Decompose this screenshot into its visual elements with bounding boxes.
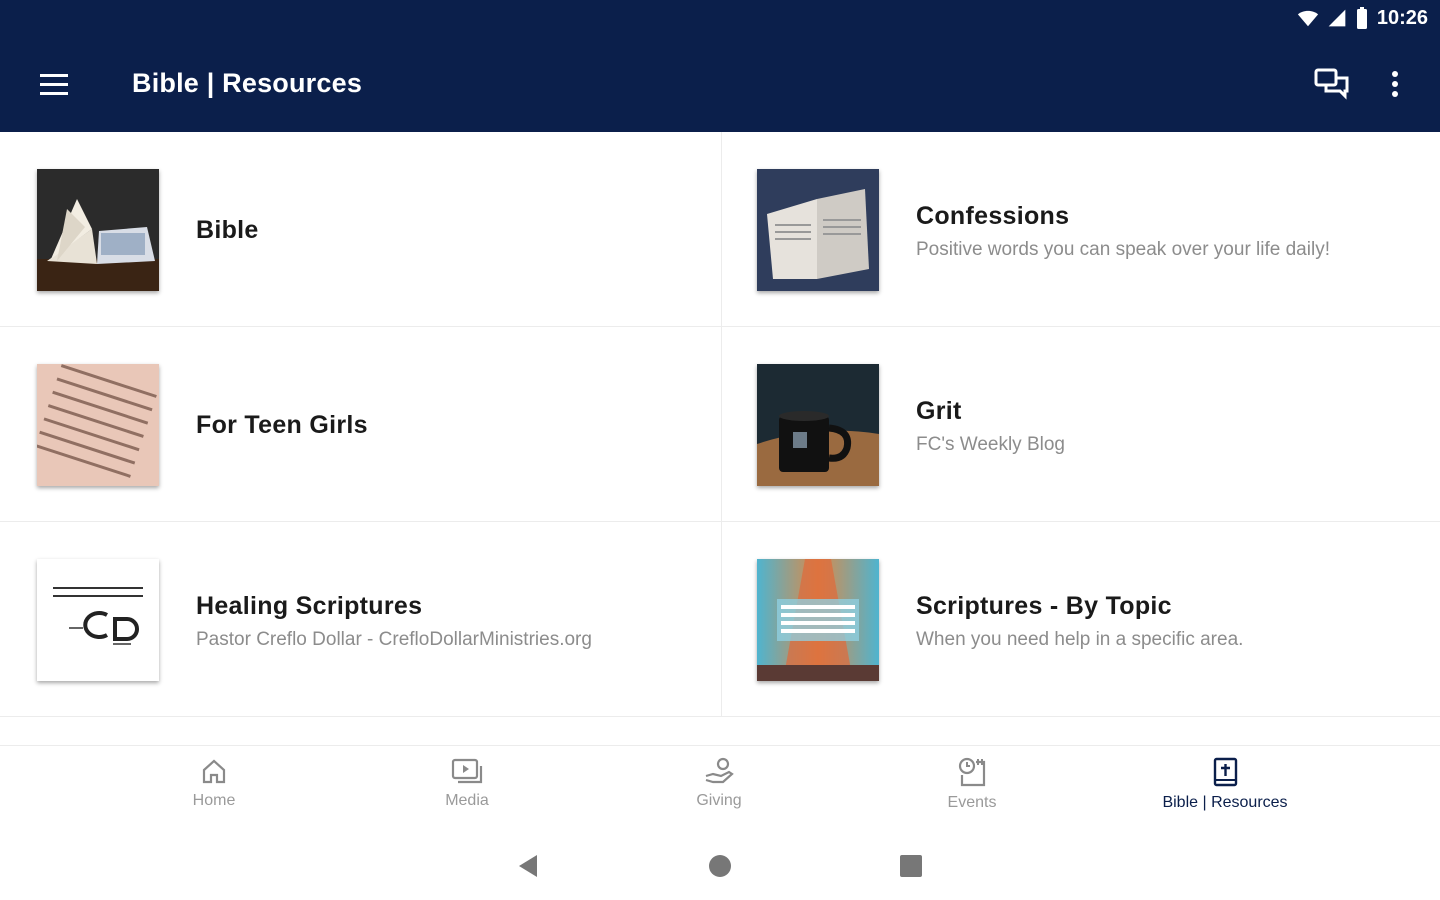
battery-icon [1356, 7, 1367, 29]
back-button[interactable] [511, 849, 545, 883]
nav-label: Bible | Resources [1162, 794, 1288, 811]
nav-label: Media [445, 792, 489, 809]
more-vert-icon [1392, 71, 1398, 97]
nav-bible-resources[interactable]: Bible | Resources [1125, 756, 1325, 826]
bible-icon [1213, 757, 1238, 787]
item-title: Grit [916, 397, 962, 425]
item-title: For Teen Girls [196, 411, 368, 439]
list-item[interactable]: Healing Scriptures Pastor Creflo Dollar … [0, 522, 720, 717]
item-title: Confessions [916, 202, 1070, 230]
nav-events[interactable]: Events [872, 756, 1072, 826]
item-title: Healing Scriptures [196, 592, 423, 620]
item-title: Scriptures - By Topic [916, 592, 1172, 620]
item-title: Bible [196, 216, 259, 244]
bottom-navigation: Home Media Giving Events Bible | Resourc… [0, 745, 1440, 829]
list-item[interactable]: Bible [0, 132, 720, 327]
wifi-icon [1297, 10, 1318, 27]
signal-icon [1328, 9, 1346, 27]
list-item[interactable]: For Teen Girls [0, 327, 720, 522]
events-icon [958, 757, 986, 787]
home-circle-icon [709, 855, 731, 877]
item-subtitle: Positive words you can speak over your l… [916, 239, 1330, 260]
menu-button[interactable] [34, 68, 74, 104]
hamburger-menu-icon [40, 74, 68, 95]
list-item[interactable]: Confessions Positive words you can speak… [720, 132, 1440, 327]
status-time: 10:26 [1376, 6, 1428, 29]
status-bar: 10:26 [0, 0, 1440, 40]
giving-icon [705, 757, 734, 784]
page-title: Bible | Resources [132, 68, 363, 98]
back-icon [519, 855, 537, 877]
list-item[interactable]: Scriptures - By Topic When you need help… [720, 522, 1440, 717]
recents-button[interactable] [894, 849, 928, 883]
nav-giving[interactable]: Giving [619, 756, 819, 826]
status-icons: 10:26 [1297, 6, 1428, 30]
nav-label: Events [947, 794, 997, 811]
nav-media[interactable]: Media [367, 756, 567, 826]
chat-button[interactable] [1312, 64, 1352, 104]
grid-divider [721, 132, 722, 717]
list-item[interactable]: Grit FC's Weekly Blog [720, 327, 1440, 522]
confessions-thumbnail [757, 169, 879, 291]
app-bar: Bible | Resources [0, 40, 1440, 132]
teen-girls-thumbnail [37, 364, 159, 486]
home-icon [202, 759, 226, 784]
recents-square-icon [900, 855, 922, 877]
nav-label: Home [192, 792, 236, 809]
item-subtitle: FC's Weekly Blog [916, 434, 1065, 455]
nav-home[interactable]: Home [114, 756, 314, 826]
scriptures-by-topic-thumbnail [757, 559, 879, 681]
item-subtitle: Pastor Creflo Dollar - CrefloDollarMinis… [196, 629, 592, 650]
bible-thumbnail [37, 169, 159, 291]
healing-scriptures-thumbnail [37, 559, 159, 681]
nav-label: Giving [696, 792, 742, 809]
home-system-button[interactable] [703, 849, 737, 883]
chat-icon [1314, 68, 1349, 100]
resources-grid: Bible Confessions Positive words you can… [0, 132, 1440, 717]
more-options-button[interactable] [1380, 64, 1410, 104]
grit-thumbnail [757, 364, 879, 486]
system-navigation-bar [0, 829, 1440, 900]
media-icon [451, 758, 483, 784]
item-subtitle: When you need help in a specific area. [916, 629, 1244, 650]
